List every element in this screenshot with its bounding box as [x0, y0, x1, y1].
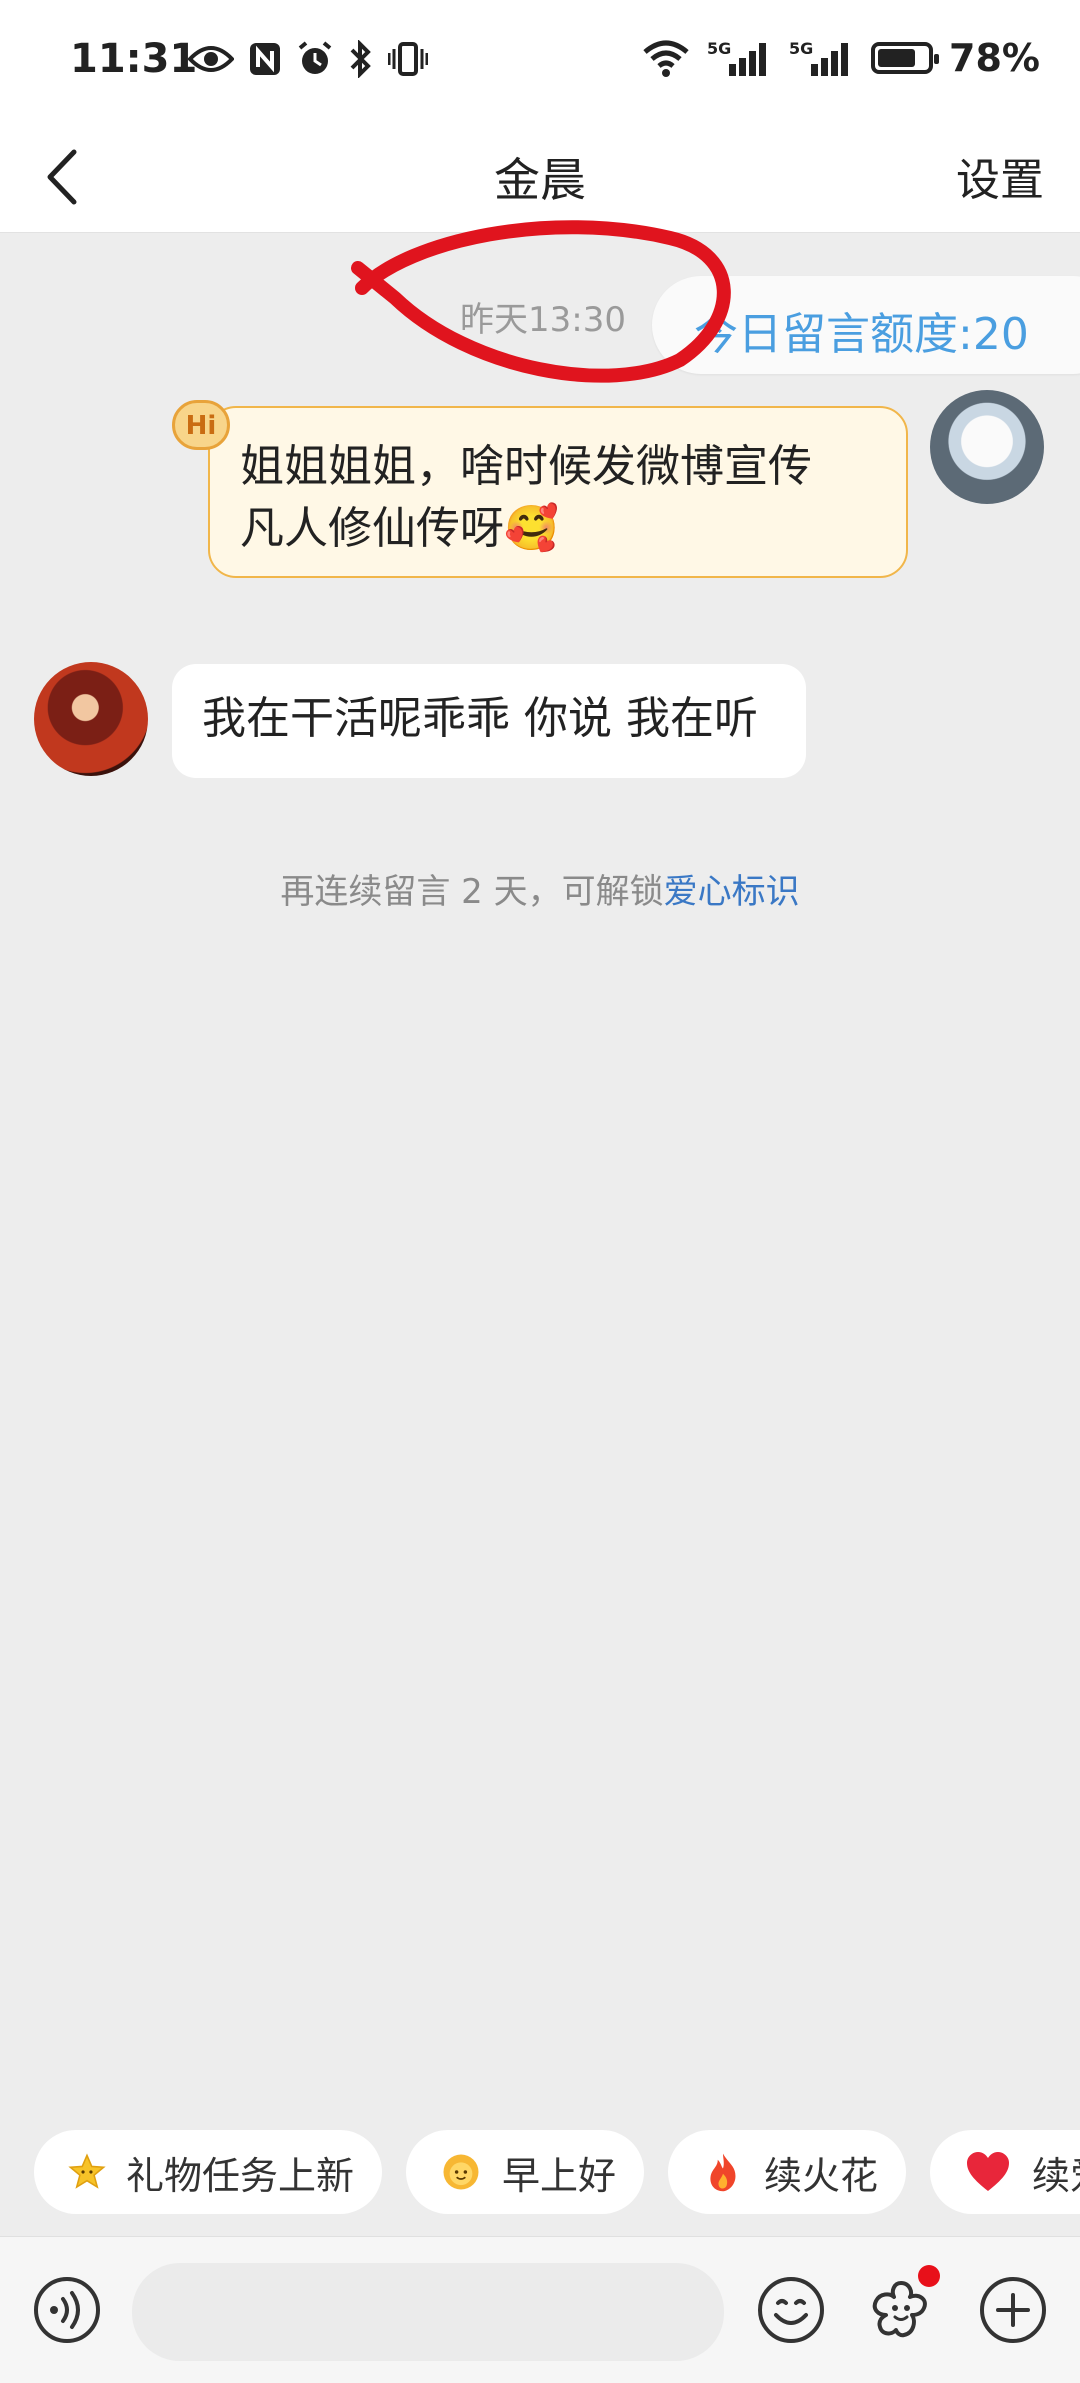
chip-continue-love[interactable]: 续爱 [930, 2130, 1080, 2214]
star-emoji-icon [68, 2153, 106, 2189]
hi-badge: Hi [172, 400, 230, 450]
alarm-icon [298, 41, 332, 74]
heart-emoji-icon [967, 2152, 1009, 2191]
chat-header: 金晨 设置 [0, 120, 1080, 233]
message-text: 我在干活呢乖乖 你说 我在听 [202, 693, 758, 744]
nfc-icon [250, 43, 280, 75]
bluetooth-icon [350, 40, 371, 78]
chip-label: 续爱 [1032, 2153, 1080, 2198]
voice-icon[interactable] [32, 2275, 102, 2345]
contact-avatar[interactable] [34, 662, 148, 776]
message-text-line: 凡人修仙传呀🥰 [240, 503, 559, 554]
status-time: 11:31 [70, 36, 198, 82]
eye-icon [188, 46, 234, 72]
sun-emoji-icon [443, 2154, 479, 2190]
battery-icon [871, 42, 940, 74]
chip-label: 礼物任务上新 [125, 2153, 354, 2198]
chip-continue-spark[interactable]: 续火花 [668, 2130, 906, 2214]
svg-text:5G: 5G [707, 39, 731, 58]
fire-emoji-icon [710, 2153, 736, 2192]
red-annotation-circle [351, 220, 731, 383]
settings-button[interactable]: 设置 [956, 144, 1044, 208]
quick-reply-chips: 礼物任务上新 早上好 续火花 续爱 [0, 2130, 1080, 2216]
message-text-line: 姐姐姐姐，啥时候发微博宣传 [240, 441, 812, 492]
svg-text:5G: 5G [789, 39, 813, 58]
message-bubble-received[interactable]: 我在干活呢乖乖 你说 我在听 [172, 664, 806, 778]
battery-percent: 78% [949, 36, 1040, 80]
vibrate-icon [388, 42, 428, 76]
chat-title: 金晨 [494, 153, 586, 207]
unlock-hint: 再连续留言 2 天，可解锁爱心标识 [0, 864, 1080, 913]
chip-good-morning[interactable]: 早上好 [406, 2130, 644, 2214]
unlock-hint-text: 再连续留言 2 天，可解锁 [280, 872, 664, 912]
status-icons-left [188, 40, 428, 78]
status-icons-right: 5G 5G 78% [641, 36, 1040, 80]
wifi-icon [643, 40, 689, 77]
add-plus-icon[interactable] [978, 2275, 1048, 2345]
heart-badge-link[interactable]: 爱心标识 [664, 872, 800, 912]
signal-5g-icon: 5G [789, 39, 849, 76]
chip-label: 早上好 [501, 2153, 616, 2198]
signal-5g-icon: 5G [707, 39, 767, 76]
my-avatar[interactable] [930, 390, 1044, 504]
message-bubble-sent[interactable]: 姐姐姐姐，啥时候发微博宣传 凡人修仙传呀🥰 [208, 406, 908, 578]
chip-gift-task[interactable]: 礼物任务上新 [34, 2130, 382, 2214]
message-input[interactable] [132, 2263, 724, 2361]
emoji-icon[interactable] [756, 2275, 826, 2345]
input-bar [0, 2236, 1080, 2383]
notification-dot [918, 2265, 940, 2287]
status-bar: 11:31 5G 5G 78% [0, 0, 1080, 120]
chip-label: 续火花 [763, 2153, 878, 2198]
